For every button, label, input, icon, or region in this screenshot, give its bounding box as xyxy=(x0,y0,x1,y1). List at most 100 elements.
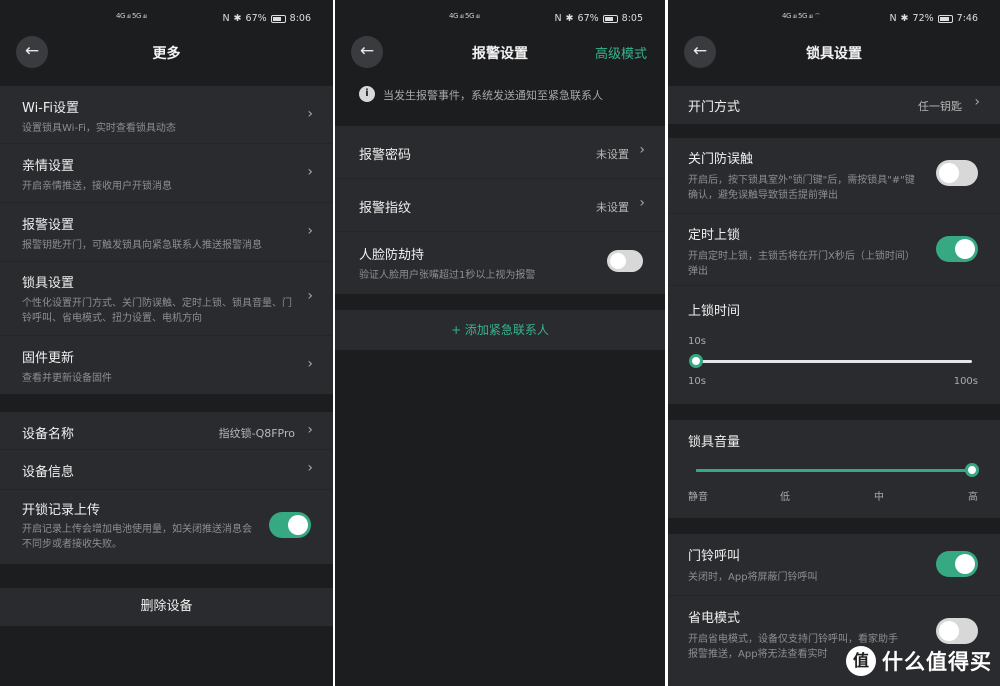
lock-time-row: 上锁时间 10s 10s 100s xyxy=(668,286,1000,404)
device-info-label: 设备信息 xyxy=(22,465,75,480)
alarm-password-value: 未设置 xyxy=(596,148,629,161)
alarm-password-label: 报警密码 xyxy=(359,148,412,163)
watermark-badge: 值 xyxy=(846,646,876,676)
menu-item-title: 锁具设置 xyxy=(22,276,75,291)
page-title: 更多 xyxy=(152,46,181,62)
chevron-right-icon: › xyxy=(974,94,980,110)
chevron-right-icon: › xyxy=(307,460,313,476)
timed-lock-row: 定时上锁 开启定时上锁，主锁舌将在开门X秒后（上锁时间）弹出 xyxy=(668,214,1000,286)
alarm-fingerprint-value: 未设置 xyxy=(596,201,629,214)
delete-device-button[interactable]: 删除设备 xyxy=(0,588,333,626)
menu-item-firmware[interactable]: 固件更新 查看并更新设备固件 › xyxy=(0,336,333,394)
alarm-fingerprint-label: 报警指纹 xyxy=(359,201,412,216)
unlock-record-upload-row: 开锁记录上传 开启记录上传会增加电池使用量，如关闭推送消息会不同步或者接收失败。 xyxy=(0,490,333,564)
add-emergency-contact-button[interactable]: + 添加紧急联系人 xyxy=(335,310,665,350)
chevron-right-icon: › xyxy=(307,356,313,372)
page-title: 锁具设置 xyxy=(806,46,862,62)
lock-time-max: 100s xyxy=(953,376,978,387)
settings-menu: Wi-Fi设置 设置锁具Wi-Fi，实时查看锁具动态 › 亲情设置 开启亲情推送… xyxy=(0,86,333,394)
battery-icon xyxy=(270,14,286,23)
battery-percent: 72% xyxy=(912,13,934,24)
anti-touch-subtitle: 开启后，按下锁具室外"锁门键"后，需按锁具"#"键确认，避免误触导致锁舌提前弹出 xyxy=(688,175,915,201)
device-section: 设备名称 指纹锁-Q8FPro › 设备信息 › 开锁记录上传 开启记录上传会增… xyxy=(0,412,333,564)
volume-level-high: 高 xyxy=(968,492,978,503)
open-method-row[interactable]: 开门方式 任一钥匙 › xyxy=(668,86,1000,124)
power-save-toggle[interactable] xyxy=(936,618,978,644)
clock: 7:46 xyxy=(956,13,978,24)
alarm-password-row[interactable]: 报警密码 未设置 › xyxy=(335,126,665,179)
unlock-upload-toggle[interactable] xyxy=(269,512,311,538)
menu-item-wifi[interactable]: Wi-Fi设置 设置锁具Wi-Fi，实时查看锁具动态 › xyxy=(0,86,333,144)
menu-item-subtitle: 设置锁具Wi-Fi，实时查看锁具动态 xyxy=(22,123,176,134)
power-save-title: 省电模式 xyxy=(688,611,741,626)
doorbell-subtitle: 关闭时，App将屏蔽门铃呼叫 xyxy=(688,572,818,583)
device-name-row[interactable]: 设备名称 指纹锁-Q8FPro › xyxy=(0,412,333,450)
volume-title: 锁具音量 xyxy=(688,435,741,450)
status-bar: 4G ₄ᵢₗ 5G ₄ᵢₗ N ✱ 67% 8:06 xyxy=(0,0,333,36)
chevron-right-icon: › xyxy=(639,142,645,158)
menu-item-lock[interactable]: 锁具设置 个性化设置开门方式、关门防误触、定时上锁、锁具音量、门铃呼叫、省电模式… xyxy=(0,262,333,336)
clock: 8:06 xyxy=(289,13,311,24)
power-save-subtitle-line1: 开启省电模式，设备仅支持门铃呼叫，看家助手 xyxy=(688,634,898,645)
anti-touch-row: 关门防误触 开启后，按下锁具室外"锁门键"后，需按锁具"#"键确认，避免误触导致… xyxy=(668,138,1000,214)
signal-indicator: 4G ₄ᵢₗ 5G ₄ᵢₗ xyxy=(449,12,480,20)
watermark: 值 什么值得买 xyxy=(846,646,992,676)
chevron-right-icon: › xyxy=(307,223,313,239)
advanced-mode-link[interactable]: 高级模式 xyxy=(595,43,647,62)
lock-time-current-value: 10s xyxy=(688,336,706,347)
nfc-icon: N xyxy=(889,13,897,24)
battery-icon xyxy=(937,14,953,23)
device-info-row[interactable]: 设备信息 › xyxy=(0,450,333,490)
clock: 8:05 xyxy=(621,13,643,24)
volume-fill xyxy=(696,469,972,472)
alarm-info-text: 当发生报警事件，系统发送通知至紧急联系人 xyxy=(383,89,603,102)
signal-indicator: 4G ₄ᵢₗ 5G ₄ᵢₗ ⌔ xyxy=(782,12,821,20)
chevron-right-icon: › xyxy=(639,195,645,211)
screen-more: 4G ₄ᵢₗ 5G ₄ᵢₗ N ✱ 67% 8:06 ← 更多 Wi-Fi设置 … xyxy=(0,0,333,686)
menu-item-title: 报警设置 xyxy=(22,218,75,233)
lock-time-slider-handle[interactable] xyxy=(689,354,703,368)
battery-percent: 67% xyxy=(245,13,267,24)
chevron-right-icon: › xyxy=(307,422,313,438)
doorbell-row: 门铃呼叫 关闭时，App将屏蔽门铃呼叫 xyxy=(668,534,1000,596)
volume-level-low: 低 xyxy=(780,492,790,503)
lock-time-min: 10s xyxy=(688,376,706,387)
volume-slider-handle[interactable] xyxy=(965,463,979,477)
menu-item-subtitle: 报警钥匙开门，可触发锁具向紧急联系人推送报警消息 xyxy=(22,240,262,251)
menu-item-title: 亲情设置 xyxy=(22,159,75,174)
unlock-upload-title: 开锁记录上传 xyxy=(22,503,101,518)
face-anti-hijack-row: 人脸防劫持 验证人脸用户张嘴超过1秒以上视为报警 xyxy=(335,232,665,294)
chevron-right-icon: › xyxy=(307,106,313,122)
alarm-fingerprint-row[interactable]: 报警指纹 未设置 › xyxy=(335,179,665,232)
anti-touch-toggle[interactable] xyxy=(936,160,978,186)
menu-item-alarm[interactable]: 报警设置 报警钥匙开门，可触发锁具向紧急联系人推送报警消息 › xyxy=(0,203,333,262)
unlock-upload-subtitle: 开启记录上传会增加电池使用量，如关闭推送消息会不同步或者接收失败。 xyxy=(22,524,252,550)
power-save-subtitle-line2: 报警推送，App将无法查看实时 xyxy=(688,649,828,660)
alarm-options: 报警密码 未设置 › 报警指纹 未设置 › 人脸防劫持 验证人脸用户张嘴超过1秒… xyxy=(335,126,665,294)
device-name-label: 设备名称 xyxy=(22,427,75,442)
menu-item-subtitle: 开启亲情推送，接收用户开锁消息 xyxy=(22,181,172,192)
info-icon: i xyxy=(359,86,375,102)
battery-percent: 67% xyxy=(577,13,599,24)
nfc-icon: N xyxy=(222,13,230,24)
bluetooth-icon: ✱ xyxy=(233,13,242,24)
watermark-text: 什么值得买 xyxy=(882,650,992,674)
timed-lock-toggle[interactable] xyxy=(936,236,978,262)
chevron-right-icon: › xyxy=(307,288,313,304)
timed-lock-title: 定时上锁 xyxy=(688,228,741,243)
chevron-right-icon: › xyxy=(307,164,313,180)
volume-level-mid: 中 xyxy=(874,492,884,503)
lock-time-track xyxy=(696,360,972,363)
signal-indicator: 4G ₄ᵢₗ 5G ₄ᵢₗ xyxy=(116,12,147,20)
screen-lock-settings: 4G ₄ᵢₗ 5G ₄ᵢₗ ⌔ N ✱ 72% 7:46 ← 锁具设置 开门方式… xyxy=(668,0,1000,686)
screen-alarm-settings: 4G ₄ᵢₗ 5G ₄ᵢₗ N ✱ 67% 8:05 ← 报警设置 高级模式 i… xyxy=(335,0,665,686)
menu-item-title: Wi-Fi设置 xyxy=(22,101,80,116)
doorbell-toggle[interactable] xyxy=(936,551,978,577)
open-method-label: 开门方式 xyxy=(688,100,741,115)
menu-item-subtitle: 查看并更新设备固件 xyxy=(22,373,112,384)
face-anti-hijack-toggle[interactable] xyxy=(607,250,643,272)
anti-touch-title: 关门防误触 xyxy=(688,152,754,167)
device-name-value: 指纹锁-Q8FPro xyxy=(218,427,295,440)
menu-item-family[interactable]: 亲情设置 开启亲情推送，接收用户开锁消息 › xyxy=(0,144,333,203)
open-method-value: 任一钥匙 xyxy=(918,100,962,113)
